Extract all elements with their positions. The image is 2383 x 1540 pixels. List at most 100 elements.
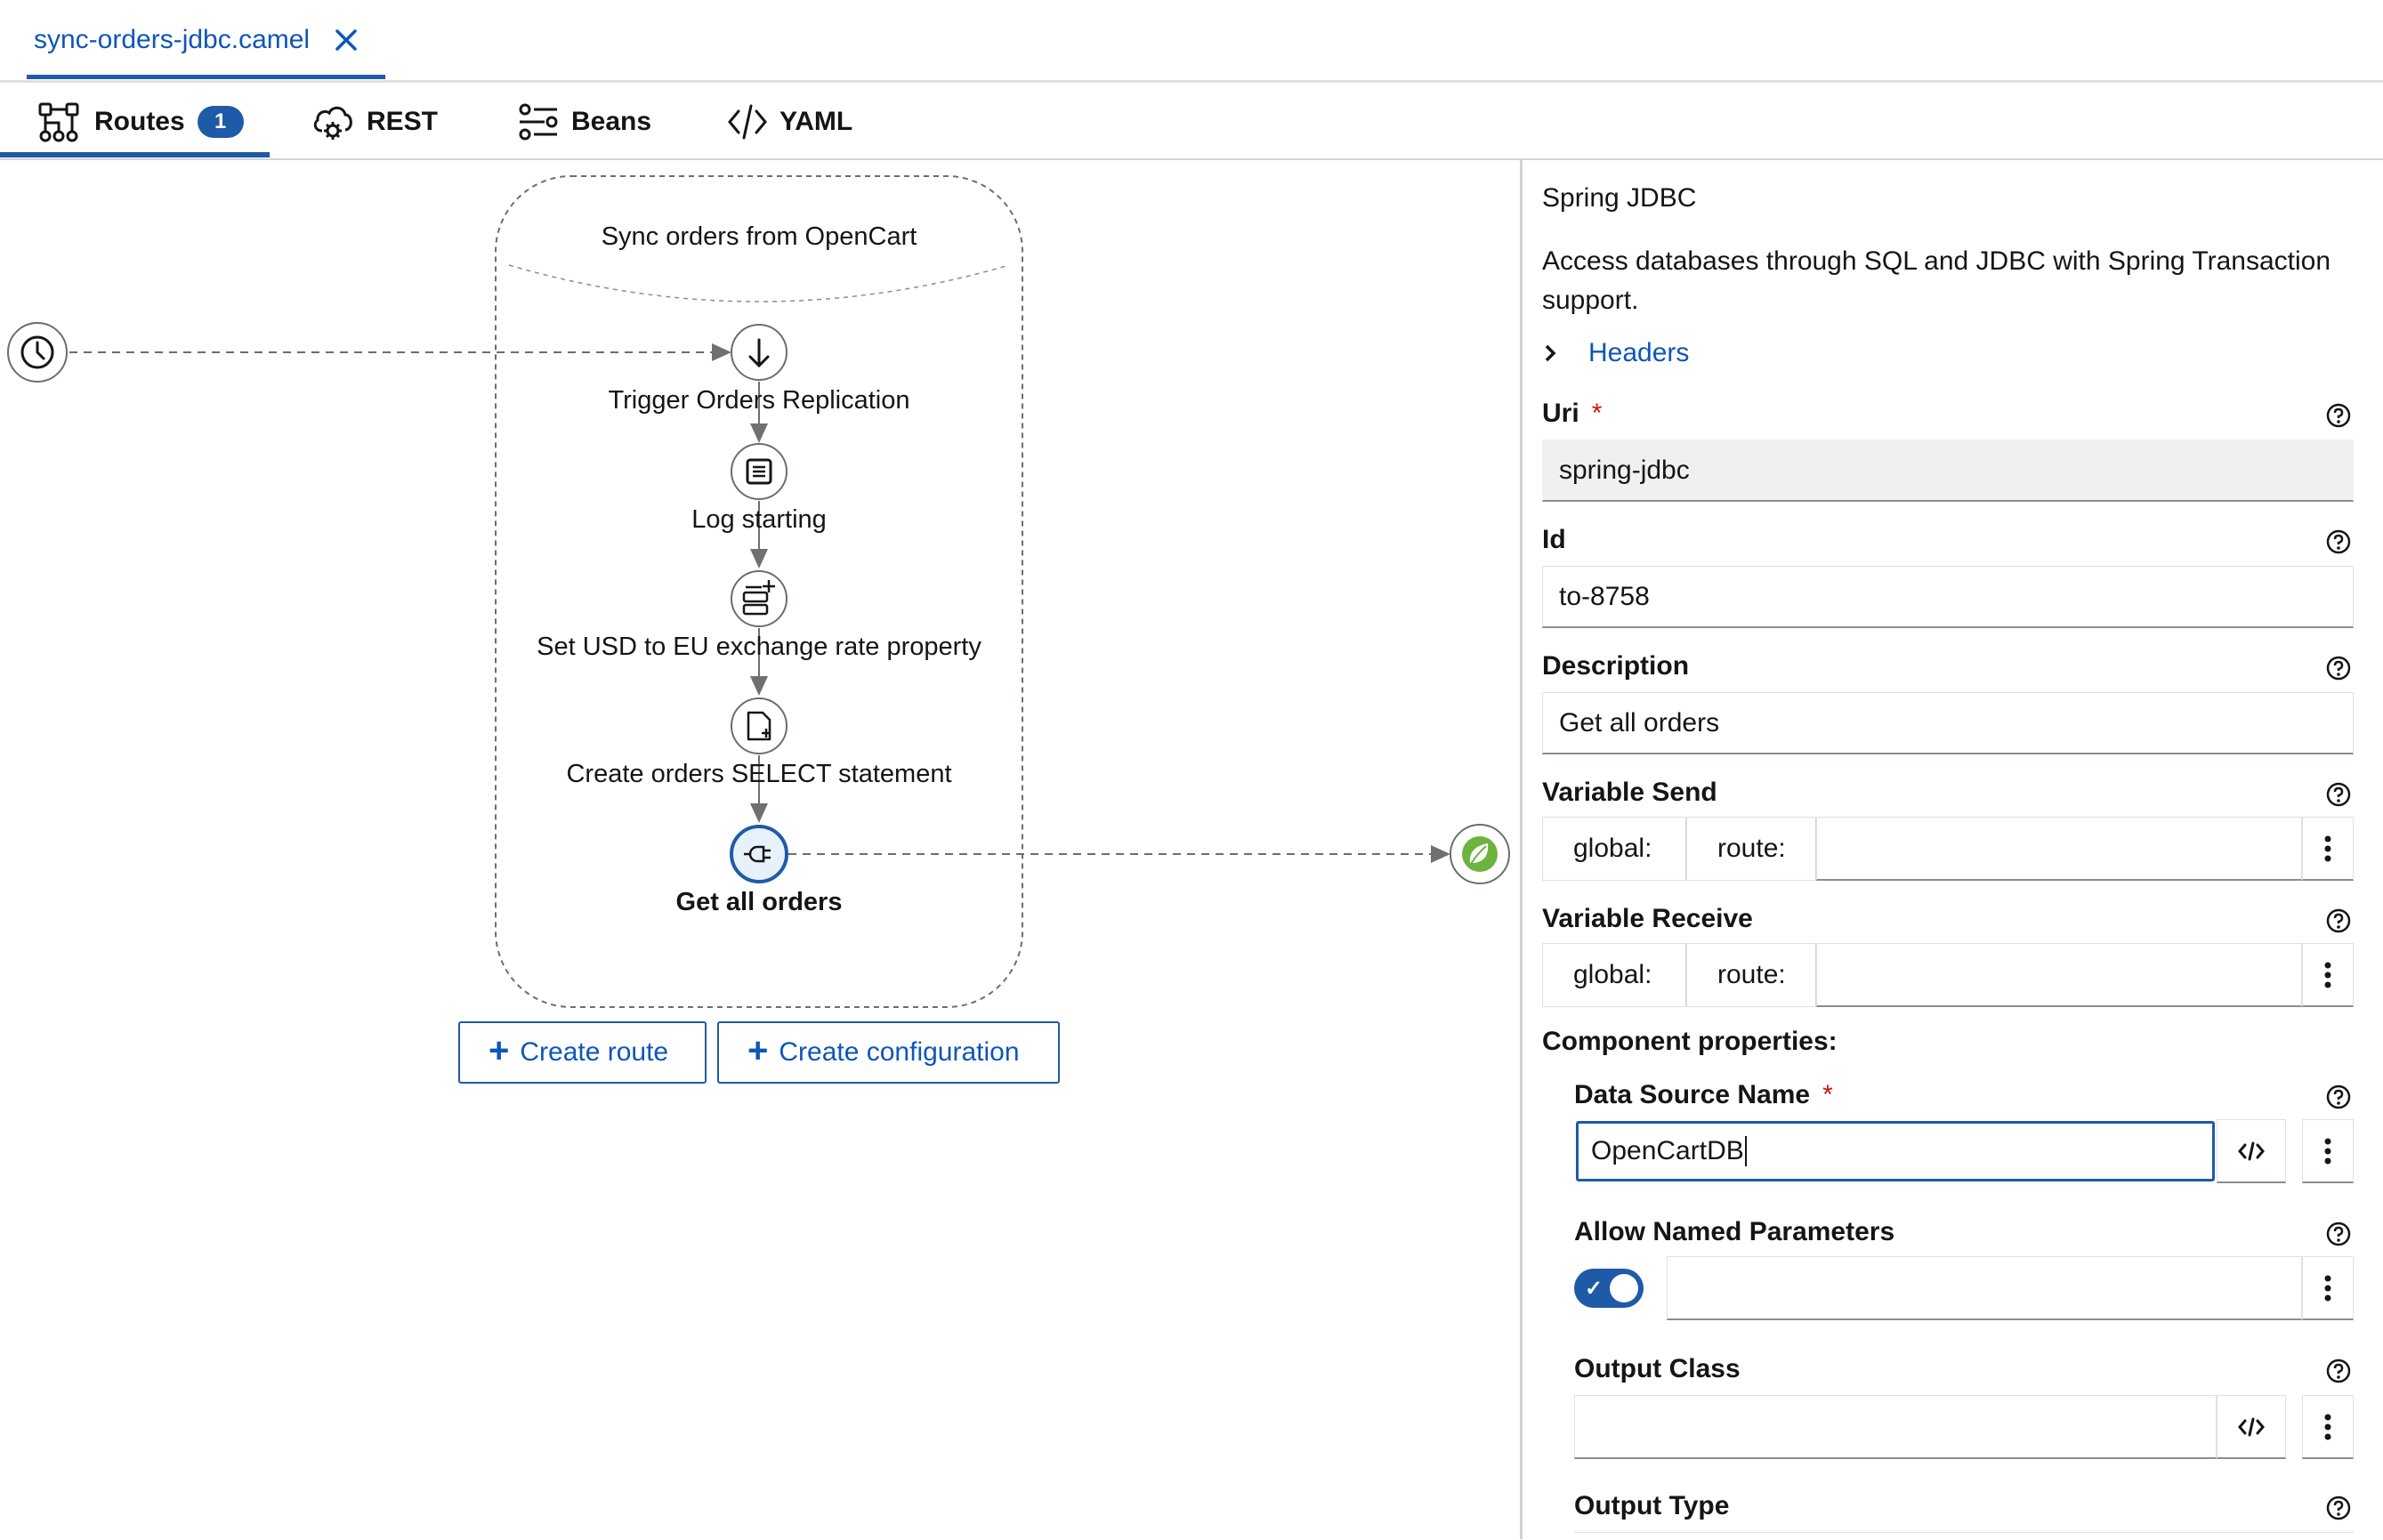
- create-configuration-label: Create configuration: [779, 1037, 1020, 1067]
- output-class-label: Output Class: [1574, 1354, 1741, 1383]
- tab-yaml-label: YAML: [780, 107, 853, 136]
- topbar-divider: [0, 80, 2383, 83]
- data-source-name-expression-button[interactable]: [2217, 1119, 2286, 1183]
- file-tab-name: sync-orders-jdbc.camel: [34, 25, 311, 54]
- code-icon: [2238, 1141, 2265, 1160]
- kebab-icon: [2324, 1138, 2331, 1164]
- file-tab-active-indicator: [27, 75, 385, 79]
- variable-send-menu-button[interactable]: [2302, 817, 2354, 881]
- data-source-name-menu-button[interactable]: [2302, 1119, 2354, 1183]
- step-label-get-all-orders: Get all orders: [675, 888, 843, 916]
- component-description: Access databases through SQL and JDBC wi…: [1542, 246, 2331, 315]
- check-icon: ✓: [1585, 1277, 1603, 1301]
- id-label: Id: [1542, 525, 1566, 554]
- kebab-icon: [2324, 962, 2331, 988]
- route-group-header-line: [508, 264, 1010, 302]
- route-canvas[interactable]: Sync orders from OpenCart Trigger Orders…: [0, 160, 1520, 1539]
- tab-rest[interactable]: REST: [311, 93, 438, 151]
- variable-receive-global-option[interactable]: global:: [1542, 943, 1686, 1007]
- variable-receive-menu-button[interactable]: [2302, 943, 2354, 1007]
- text-cursor: [1744, 1136, 1747, 1166]
- kebab-icon: [2324, 1414, 2331, 1439]
- tab-yaml[interactable]: YAML: [728, 93, 852, 151]
- route-diagram: [7, 175, 1510, 1008]
- variable-send-global-option[interactable]: global:: [1542, 817, 1686, 881]
- step-node-get-all-orders[interactable]: [730, 825, 788, 883]
- create-route-button[interactable]: + Create route: [458, 1021, 707, 1084]
- output-class-expression-button[interactable]: [2217, 1395, 2286, 1459]
- variable-receive-field[interactable]: [1816, 943, 2302, 1007]
- allow-named-parameters-toggle[interactable]: ✓: [1574, 1269, 1644, 1308]
- tab-routes-label: Routes: [94, 107, 185, 136]
- allow-named-parameters-expression-field[interactable]: [1667, 1256, 2302, 1320]
- allow-named-parameters-label: Allow Named Parameters: [1574, 1217, 1895, 1246]
- help-icon[interactable]: [2325, 402, 2352, 429]
- help-icon[interactable]: [2325, 655, 2352, 681]
- create-route-label: Create route: [520, 1037, 669, 1067]
- step-node-log[interactable]: [731, 443, 788, 500]
- variable-send-field[interactable]: [1816, 817, 2302, 881]
- help-icon[interactable]: [2325, 1221, 2352, 1247]
- headers-label: Headers: [1588, 338, 1690, 367]
- id-field[interactable]: to-8758: [1542, 566, 2354, 628]
- beans-icon: [519, 103, 558, 141]
- variable-receive-label: Variable Receive: [1542, 904, 1753, 933]
- headers-expander[interactable]: Headers: [1542, 338, 1689, 368]
- kebab-icon: [2324, 1275, 2331, 1301]
- plus-icon: +: [489, 1031, 510, 1070]
- code-icon: [2238, 1417, 2265, 1436]
- routes-count-badge: 1: [197, 106, 244, 138]
- spring-jdbc-node[interactable]: [1450, 824, 1510, 884]
- uri-label: Uri *: [1542, 399, 1603, 428]
- variable-send-label: Variable Send: [1542, 778, 1717, 807]
- step-node-trigger[interactable]: [731, 324, 788, 381]
- code-icon: [728, 104, 767, 140]
- data-source-name-value: OpenCartDB: [1591, 1136, 1744, 1165]
- plus-icon: +: [747, 1031, 769, 1070]
- tab-routes-active-indicator: [0, 152, 270, 157]
- file-tab[interactable]: sync-orders-jdbc.camel: [34, 18, 359, 62]
- tab-beans-label: Beans: [571, 107, 652, 136]
- variable-receive-route-option[interactable]: route:: [1686, 943, 1816, 1007]
- step-label-set-property: Set USD to EU exchange rate property: [537, 633, 981, 661]
- required-marker: *: [1822, 1080, 1833, 1109]
- required-marker: *: [1591, 399, 1603, 428]
- data-source-name-field[interactable]: OpenCartDB: [1576, 1121, 2215, 1181]
- description-label: Description: [1542, 651, 1690, 681]
- variable-send-route-option[interactable]: route:: [1686, 817, 1816, 881]
- toggle-knob: [1610, 1274, 1638, 1302]
- routes-icon: [38, 102, 79, 142]
- step-label-set-body: Create orders SELECT statement: [566, 760, 952, 788]
- description-field[interactable]: Get all orders: [1542, 692, 2354, 754]
- step-node-set-property[interactable]: [731, 570, 788, 627]
- component-title: Spring JDBC: [1542, 183, 1697, 213]
- chevron-right-icon: [1545, 344, 1556, 362]
- help-icon[interactable]: [2325, 528, 2352, 555]
- spring-leaf-icon: [1462, 836, 1498, 872]
- help-icon[interactable]: [2325, 1358, 2352, 1384]
- allow-named-parameters-menu-button[interactable]: [2302, 1256, 2354, 1320]
- tab-beans[interactable]: Beans: [518, 93, 651, 151]
- close-icon[interactable]: [333, 27, 359, 53]
- create-configuration-button[interactable]: + Create configuration: [717, 1021, 1060, 1084]
- route-title: Sync orders from OpenCart: [601, 222, 917, 251]
- help-icon[interactable]: [2325, 1084, 2352, 1110]
- output-type-label: Output Type: [1574, 1491, 1730, 1520]
- output-class-field[interactable]: [1574, 1395, 2217, 1459]
- component-properties-heading: Component properties:: [1542, 1027, 1838, 1056]
- data-source-name-label: Data Source Name *: [1574, 1080, 1833, 1109]
- step-node-set-body[interactable]: [731, 697, 788, 754]
- uri-field[interactable]: spring-jdbc: [1542, 439, 2354, 502]
- timer-node[interactable]: [7, 322, 68, 383]
- properties-panel: Spring JDBC Access databases through SQL…: [1523, 160, 2383, 1539]
- tab-routes[interactable]: Routes 1: [37, 93, 244, 151]
- cloud-gear-icon: [313, 106, 352, 140]
- tab-rest-label: REST: [367, 107, 439, 136]
- step-label-trigger: Trigger Orders Replication: [608, 386, 910, 415]
- step-label-log: Log starting: [691, 505, 827, 534]
- help-icon[interactable]: [2325, 781, 2352, 808]
- output-class-menu-button[interactable]: [2302, 1395, 2354, 1459]
- help-icon[interactable]: [2325, 907, 2352, 934]
- help-icon[interactable]: [2325, 1495, 2352, 1521]
- kebab-icon: [2324, 835, 2331, 861]
